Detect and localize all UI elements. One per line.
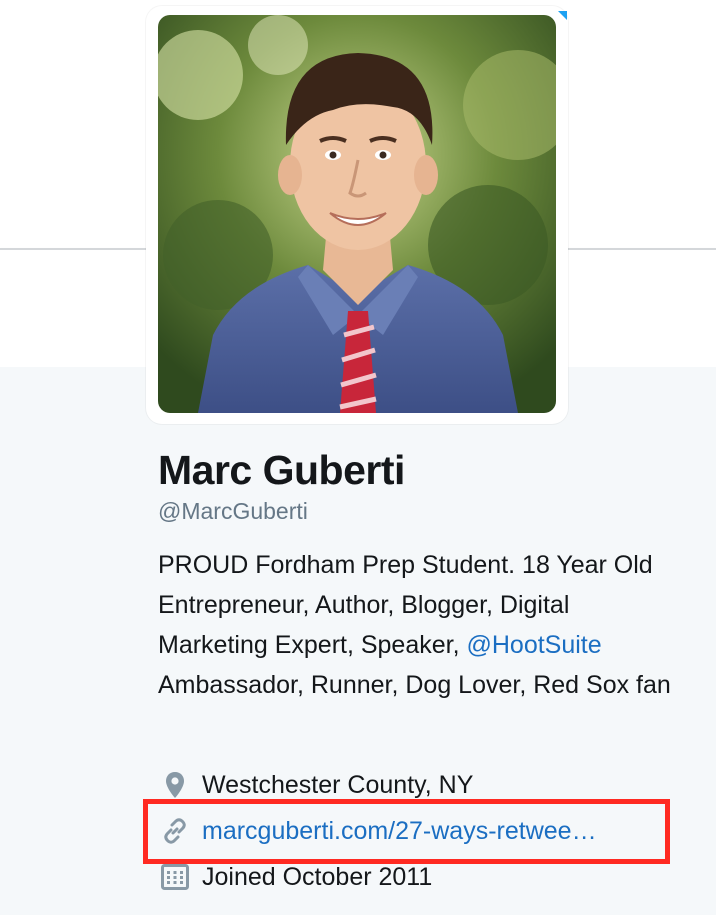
profile-handle[interactable]: @MarcGuberti [158, 496, 678, 526]
profile-avatar[interactable] [158, 15, 556, 413]
corner-marker [558, 11, 567, 20]
location-pin-icon [158, 770, 192, 800]
avatar-photo [158, 15, 556, 413]
location-text: Westchester County, NY [202, 770, 474, 799]
joined-date-text: Joined October 2011 [202, 862, 433, 891]
url-highlight-box [143, 799, 670, 864]
bio-text-end: Ambassador, Runner, Dog Lover, Red Sox f… [158, 671, 671, 699]
calendar-icon [158, 862, 192, 892]
profile-card: Marc Guberti @MarcGuberti PROUD Fordham … [158, 444, 678, 705]
profile-bio: PROUD Fordham Prep Student. 18 Year Old … [158, 545, 678, 705]
bio-mention-link[interactable]: @HootSuite [466, 631, 601, 659]
profile-name[interactable]: Marc Guberti [158, 444, 678, 496]
